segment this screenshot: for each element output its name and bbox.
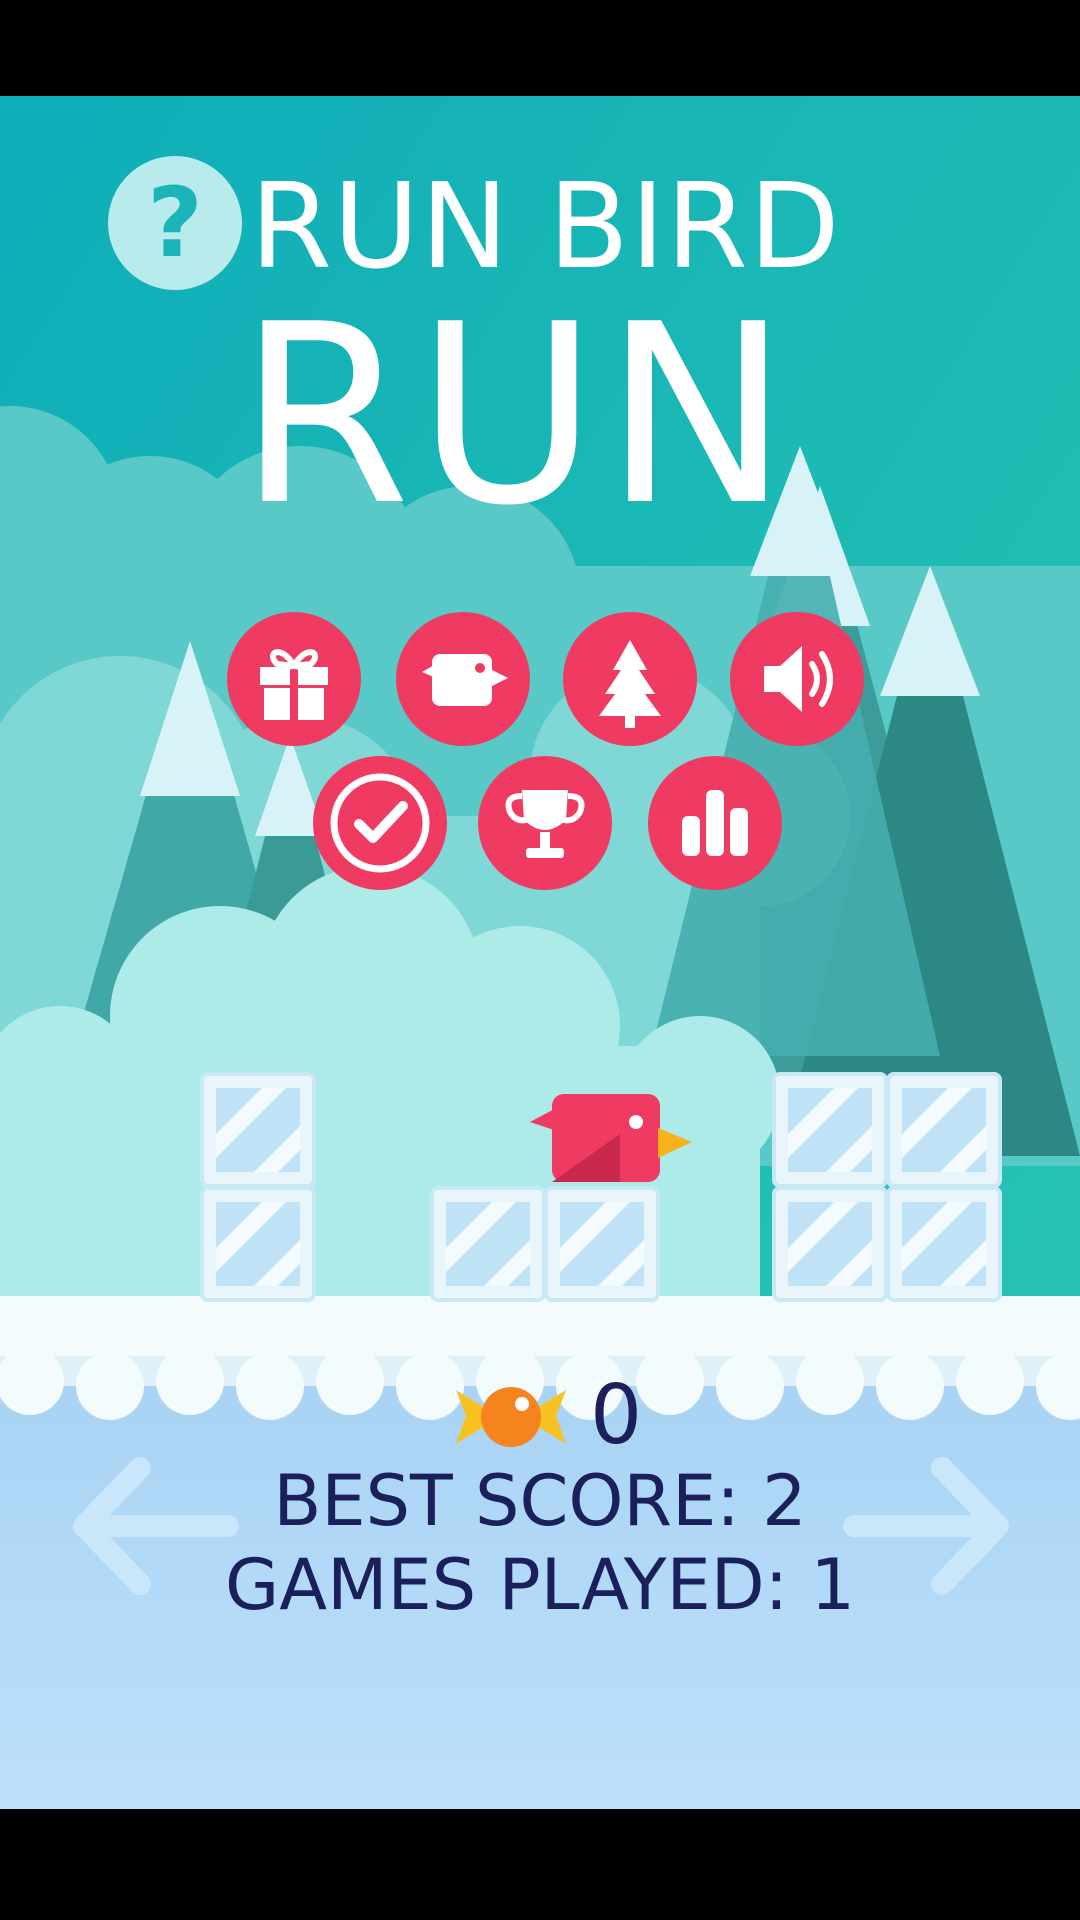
game-area: ? RUN BIRD RUN 0 BEST SCORE: 2 GAMES PLA… bbox=[0, 96, 1080, 1809]
speaker-icon bbox=[764, 646, 833, 712]
bar-chart-icon bbox=[682, 790, 748, 856]
rate-button[interactable] bbox=[313, 756, 447, 890]
characters-button[interactable] bbox=[396, 612, 530, 746]
achievements-button[interactable] bbox=[478, 756, 612, 890]
game-title-line2: RUN bbox=[238, 272, 796, 560]
candy-counter: 0 bbox=[0, 1366, 1080, 1466]
candy-icon bbox=[456, 1387, 566, 1447]
help-button[interactable]: ? bbox=[108, 156, 242, 290]
checkmark-icon bbox=[330, 773, 430, 873]
gift-icon bbox=[260, 649, 328, 720]
games-played: GAMES PLAYED: 1 bbox=[225, 1544, 855, 1626]
sound-button[interactable] bbox=[730, 612, 864, 746]
themes-button[interactable] bbox=[563, 612, 697, 746]
phone-screen: ? RUN BIRD RUN 0 BEST SCORE: 2 GAMES PLA… bbox=[0, 0, 1080, 1920]
gift-button[interactable] bbox=[227, 612, 361, 746]
pine-tree-icon bbox=[599, 640, 661, 728]
leaderboard-button[interactable] bbox=[648, 756, 782, 890]
trophy-icon bbox=[505, 790, 585, 858]
best-score: BEST SCORE: 2 bbox=[273, 1460, 807, 1542]
bird-icon bbox=[422, 654, 508, 706]
candy-count: 0 bbox=[590, 1368, 643, 1463]
